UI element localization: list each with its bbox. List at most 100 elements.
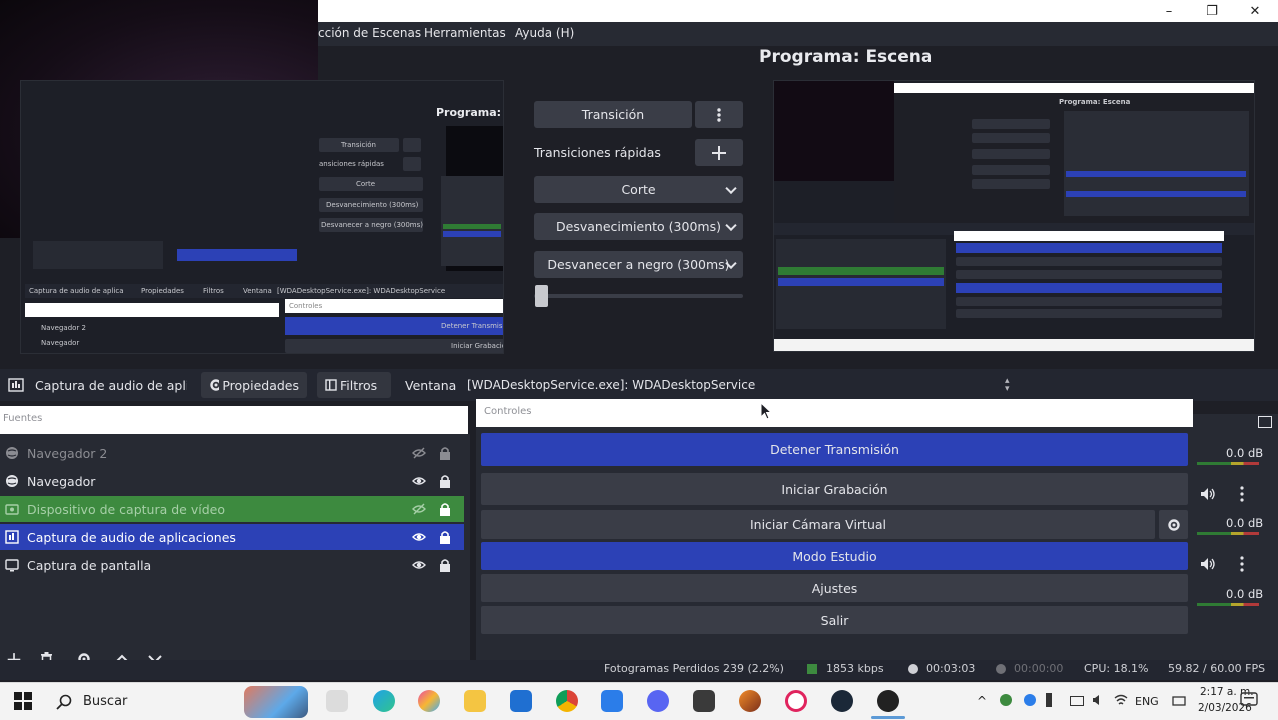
exit-button[interactable]: Salir (481, 606, 1188, 634)
lock-icon[interactable] (439, 502, 451, 516)
meter-3 (1197, 603, 1259, 606)
preview-filters: Filtros (203, 287, 224, 295)
maximize-button[interactable]: ❐ (1191, 0, 1233, 22)
tray-app-icon[interactable] (1024, 694, 1036, 706)
stop-streaming-button[interactable]: Detener Transmisión (481, 433, 1188, 466)
window-select[interactable]: [WDADesktopService.exe]: WDADesktopServi… (461, 372, 1018, 398)
bitrate: 1853 kbps (826, 662, 884, 675)
file-explorer-icon[interactable] (464, 690, 486, 712)
task-view-icon[interactable] (326, 690, 348, 712)
wifi-icon[interactable] (1114, 694, 1128, 706)
lock-icon[interactable] (439, 558, 451, 572)
fps: 59.82 / 60.00 FPS (1168, 662, 1266, 675)
meter-1 (1197, 462, 1259, 465)
copilot-icon[interactable] (418, 690, 440, 712)
gear-icon (1167, 518, 1180, 531)
transition-slider-handle[interactable] (535, 285, 548, 307)
search-highlight-image (244, 686, 308, 718)
start-recording-button[interactable]: Iniciar Grabación (481, 473, 1188, 505)
transition-slider-track[interactable] (534, 294, 743, 298)
start-virtual-camera-button[interactable]: Iniciar Cámara Virtual (481, 510, 1155, 539)
lock-icon[interactable] (439, 446, 451, 460)
speaker-icon[interactable] (1200, 557, 1216, 571)
source-item-screen-capture[interactable]: Captura de pantalla (0, 552, 464, 578)
app-audio-icon (8, 378, 24, 392)
language-indicator[interactable]: ENG (1135, 695, 1159, 708)
opera-icon[interactable] (785, 690, 807, 712)
preview-transition-label: Transición (341, 141, 376, 149)
selected-source-name: Captura de audio de aplicac (35, 378, 187, 393)
tray-usb-icon[interactable] (1046, 693, 1052, 707)
settings-button[interactable]: Ajustes (481, 574, 1188, 602)
store-icon[interactable] (510, 690, 532, 712)
properties-button[interactable]: Propiedades (201, 372, 307, 398)
tray-app-icon[interactable] (1000, 694, 1012, 706)
calculator-icon[interactable] (601, 690, 623, 712)
chevron-down-icon (725, 219, 737, 231)
obs-icon[interactable] (877, 690, 899, 712)
studio-mode-button[interactable]: Modo Estudio (481, 542, 1188, 570)
preview-props: Propiedades (141, 287, 184, 295)
cut-transition[interactable]: Corte (534, 176, 743, 203)
volume-icon[interactable] (1092, 694, 1106, 706)
battery-icon[interactable] (1070, 696, 1084, 706)
source-item-app-audio[interactable]: Captura de audio de aplicaciones (0, 524, 464, 550)
preview-record: Iniciar Grabación (451, 342, 503, 350)
add-transition-button[interactable] (695, 139, 743, 166)
filter-icon (325, 379, 337, 391)
source-item-navegador[interactable]: Navegador (0, 468, 464, 494)
menu-help[interactable]: Ayuda (H) (515, 26, 574, 40)
notification-icon[interactable] (1240, 692, 1258, 708)
mouse-cursor-icon (760, 402, 772, 420)
fade-transition[interactable]: Desvanecimiento (300ms) (534, 213, 743, 240)
lock-icon[interactable] (439, 474, 451, 488)
source-label: Captura de audio de aplicaciones (27, 529, 236, 545)
gear-icon (210, 379, 220, 391)
eye-icon[interactable] (412, 558, 426, 572)
source-item-video-capture[interactable]: Dispositivo de captura de vídeo (0, 496, 464, 522)
taskbar-search[interactable]: Buscar (46, 686, 310, 718)
minimize-button[interactable]: – (1148, 0, 1190, 22)
steam-icon[interactable] (831, 690, 853, 712)
app-audio-icon (5, 530, 19, 544)
eye-icon[interactable] (412, 530, 426, 544)
keyboard-icon[interactable] (1172, 694, 1186, 708)
camera-icon (5, 504, 19, 515)
speaker-icon[interactable] (1200, 487, 1216, 501)
vertical-dots-icon[interactable] (1240, 486, 1244, 502)
filters-button[interactable]: Filtros (317, 372, 391, 398)
eye-hidden-icon[interactable] (412, 502, 426, 516)
discord-icon[interactable] (647, 690, 669, 712)
vertical-dots-icon (717, 107, 721, 122)
preview-stop: Detener Transmisi (441, 322, 504, 330)
vertical-dots-icon[interactable] (1240, 556, 1244, 572)
chrome-icon[interactable] (556, 690, 578, 712)
preview-nav: Navegador (41, 339, 80, 347)
source-label: Navegador (27, 473, 96, 489)
mixer-level-3: 0.0 dB (1226, 587, 1264, 601)
dock-float-icon[interactable] (1258, 416, 1272, 428)
lock-icon[interactable] (439, 530, 451, 544)
updown-icon: ▴ ▾ (1005, 376, 1010, 394)
close-button[interactable]: ✕ (1234, 0, 1276, 22)
menu-tools[interactable]: Herramientas (424, 26, 506, 40)
eye-icon[interactable] (412, 474, 426, 488)
preview-window: Ventana (243, 287, 272, 295)
fade-black-transition[interactable]: Desvanecer a negro (300ms) (534, 251, 743, 278)
transition-button[interactable]: Transición (534, 101, 692, 128)
edge-icon[interactable] (373, 690, 395, 712)
windows-start-icon[interactable] (14, 692, 32, 710)
sources-filter-input[interactable]: Fuentes (0, 406, 468, 434)
cut-label: Corte (621, 182, 656, 197)
transition-menu-button[interactable] (695, 101, 743, 128)
gamepad-icon[interactable] (693, 690, 715, 712)
record-time: 00:00:00 (1014, 662, 1064, 675)
tray-chevron-icon[interactable]: ^ (977, 694, 987, 708)
virtual-camera-settings-button[interactable] (1159, 510, 1188, 539)
eye-hidden-icon[interactable] (412, 446, 426, 460)
window-select-value: [WDADesktopService.exe]: WDADesktopServi… (467, 378, 756, 392)
properties-label: Propiedades (222, 377, 299, 393)
source-item-navegador-2[interactable]: Navegador 2 (0, 440, 464, 466)
menu-scene-collection[interactable]: cción de Escenas (318, 26, 421, 40)
firefox-icon[interactable] (739, 690, 761, 712)
